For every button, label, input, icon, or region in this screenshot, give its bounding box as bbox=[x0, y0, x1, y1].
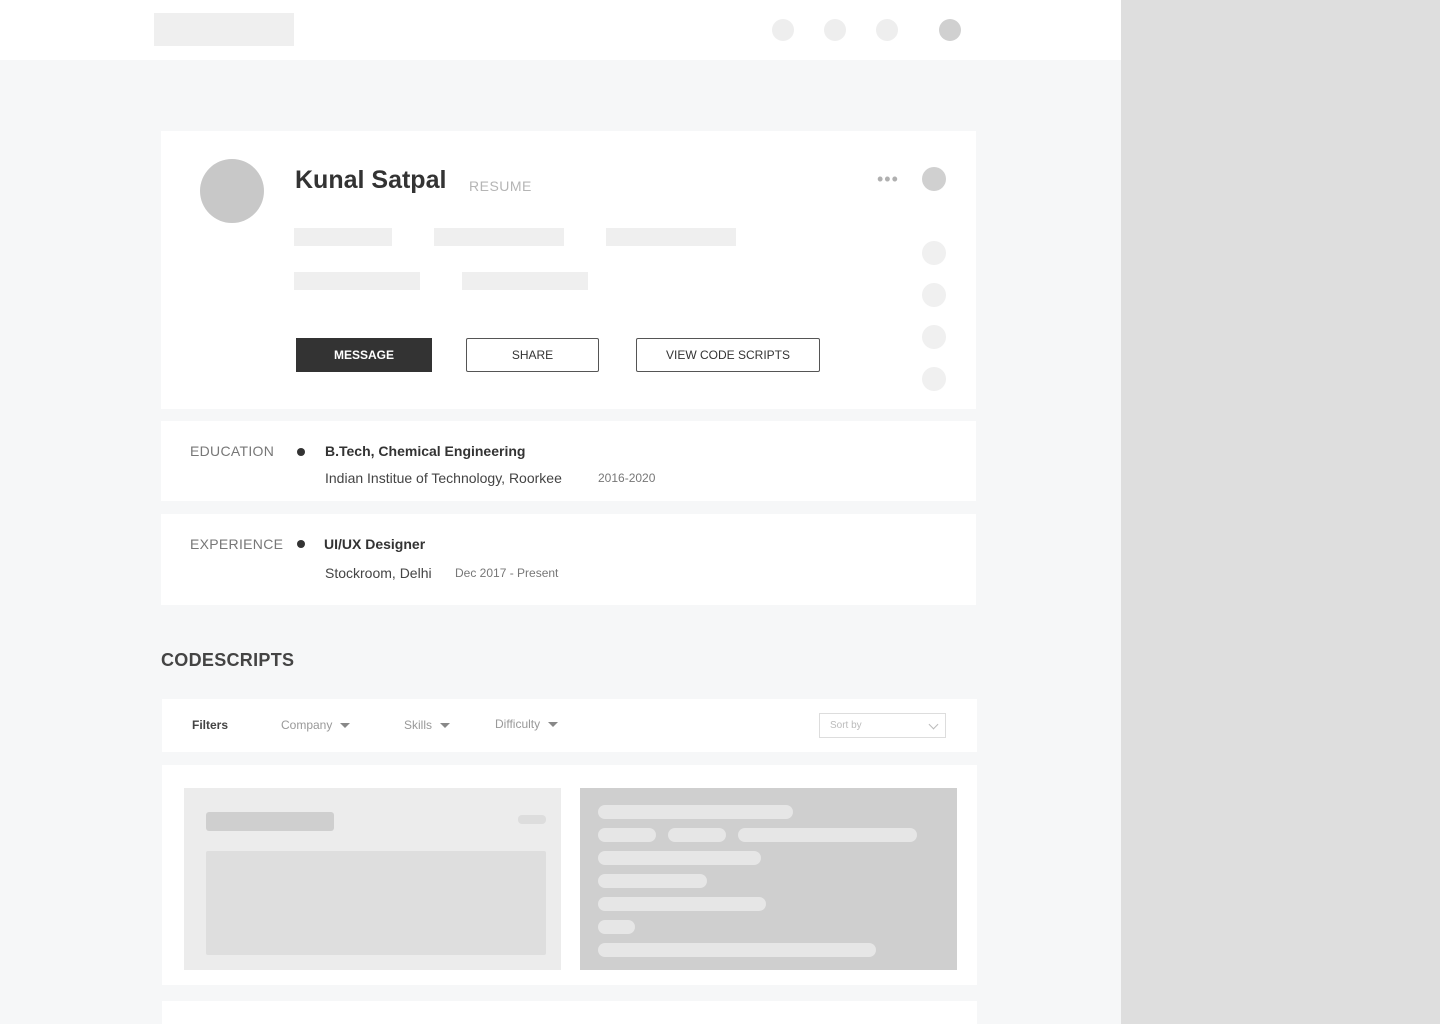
company-filter-label: Company bbox=[281, 718, 333, 732]
difficulty-filter-dropdown[interactable]: Difficulty bbox=[495, 717, 559, 731]
info-placeholder bbox=[294, 272, 420, 290]
text-placeholder bbox=[598, 851, 761, 865]
code-placeholder bbox=[206, 851, 546, 955]
info-placeholder bbox=[606, 228, 736, 246]
info-placeholder bbox=[294, 228, 392, 246]
company-filter-dropdown[interactable]: Company bbox=[281, 718, 351, 732]
profile-avatar bbox=[200, 159, 264, 223]
bullet-icon bbox=[297, 448, 305, 456]
notification-icon[interactable] bbox=[772, 19, 794, 41]
profile-name: Kunal Satpal bbox=[295, 166, 447, 194]
education-years: 2016-2020 bbox=[598, 471, 656, 485]
info-placeholder bbox=[462, 272, 588, 290]
title-placeholder bbox=[206, 812, 334, 831]
experience-label: EXPERIENCE bbox=[190, 536, 284, 552]
text-placeholder bbox=[598, 943, 876, 957]
experience-period: Dec 2017 - Present bbox=[455, 566, 559, 580]
help-icon[interactable] bbox=[876, 19, 898, 41]
skills-filter-dropdown[interactable]: Skills bbox=[404, 718, 451, 732]
social-icon[interactable] bbox=[922, 283, 946, 307]
text-placeholder bbox=[598, 805, 793, 819]
message-icon[interactable] bbox=[824, 19, 846, 41]
chevron-down-icon bbox=[928, 719, 939, 729]
codescripts-heading: CODESCRIPTS bbox=[161, 650, 295, 670]
experience-role: UI/UX Designer bbox=[324, 536, 426, 552]
social-icon[interactable] bbox=[922, 241, 946, 265]
education-degree: B.Tech, Chemical Engineering bbox=[325, 443, 526, 459]
caret-down-icon bbox=[440, 722, 451, 728]
profile-menu-icon[interactable] bbox=[922, 167, 946, 191]
view-code-scripts-button[interactable]: VIEW CODE SCRIPTS bbox=[636, 338, 820, 372]
bullet-icon bbox=[297, 540, 305, 548]
share-button[interactable]: SHARE bbox=[466, 338, 599, 372]
text-placeholder bbox=[668, 828, 726, 842]
logo-placeholder[interactable] bbox=[154, 13, 294, 46]
more-icon[interactable]: ••• bbox=[877, 170, 899, 188]
caret-down-icon bbox=[340, 722, 351, 728]
tag-placeholder bbox=[518, 815, 546, 824]
experience-company: Stockroom, Delhi bbox=[325, 565, 432, 581]
caret-down-icon bbox=[548, 721, 559, 727]
sort-by-select[interactable]: Sort by bbox=[819, 713, 946, 738]
text-placeholder bbox=[738, 828, 917, 842]
info-placeholder bbox=[434, 228, 564, 246]
skills-filter-label: Skills bbox=[404, 718, 433, 732]
social-icon[interactable] bbox=[922, 325, 946, 349]
text-placeholder bbox=[598, 920, 635, 934]
difficulty-filter-label: Difficulty bbox=[495, 717, 541, 731]
resume-link[interactable]: RESUME bbox=[469, 178, 532, 194]
education-label: EDUCATION bbox=[190, 443, 275, 459]
user-avatar-icon[interactable] bbox=[939, 19, 961, 41]
filters-label: Filters bbox=[192, 718, 229, 732]
text-placeholder bbox=[598, 828, 656, 842]
experience-card bbox=[161, 514, 976, 605]
side-panel-background bbox=[1121, 0, 1440, 1024]
text-placeholder bbox=[598, 874, 707, 888]
sort-by-placeholder: Sort by bbox=[830, 720, 862, 731]
education-card bbox=[161, 421, 976, 501]
codescript-list-card-next bbox=[162, 1001, 977, 1024]
education-institute: Indian Institue of Technology, Roorkee bbox=[325, 470, 562, 486]
text-placeholder bbox=[598, 897, 766, 911]
social-icon[interactable] bbox=[922, 367, 946, 391]
message-button[interactable]: MESSAGE bbox=[296, 338, 432, 372]
